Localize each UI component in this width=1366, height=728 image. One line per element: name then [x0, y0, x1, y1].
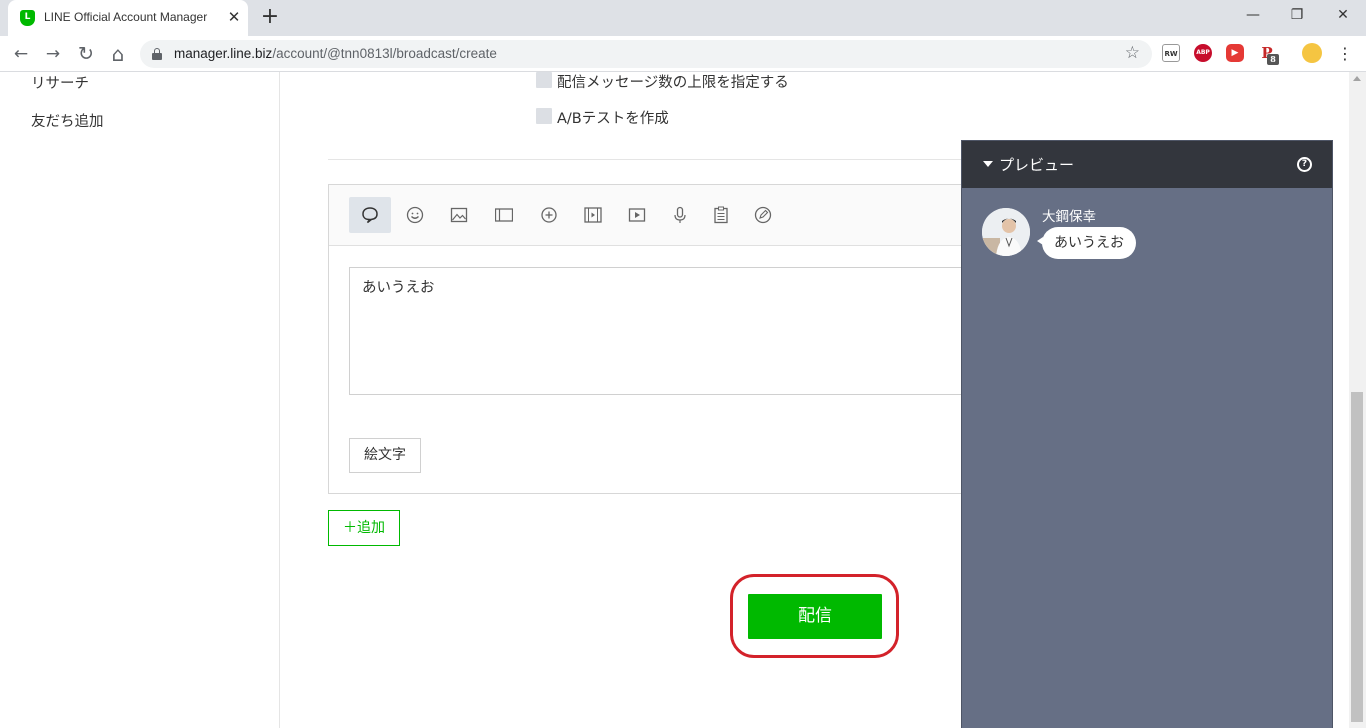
sender-name: 大鋼保幸 [1042, 209, 1096, 225]
sidebar-item-add-friends[interactable]: 友だち追加 [31, 110, 104, 131]
video-icon[interactable] [616, 197, 658, 233]
bookmark-star-icon[interactable]: ☆ [1125, 43, 1140, 63]
message-type-toolbar [329, 185, 967, 246]
address-bar[interactable]: manager.line.biz/account/@tnn0813l/broad… [140, 40, 1152, 68]
sticker-icon[interactable] [394, 197, 436, 233]
ab-test-checkbox[interactable] [536, 108, 552, 124]
preview-header[interactable]: プレビュー ? [962, 141, 1332, 188]
limit-checkbox[interactable] [536, 72, 552, 88]
reload-button[interactable]: ↻ [73, 41, 99, 67]
image-icon[interactable] [438, 197, 480, 233]
adblock-plus-icon[interactable]: ABP [1194, 44, 1212, 62]
new-tab-button[interactable]: + [258, 5, 282, 29]
home-button[interactable]: ⌂ [105, 41, 131, 67]
browser-toolbar: ← → ↻ ⌂ manager.line.biz/account/@tnn081… [0, 36, 1366, 72]
browser-tab-bar: L LINE Official Account Manager ✕ + — ❐ … [0, 0, 1366, 36]
url-path: /account/@tnn0813l/broadcast/create [272, 46, 497, 61]
url-text[interactable]: manager.line.biz/account/@tnn0813l/broad… [174, 46, 497, 61]
browser-tab[interactable]: L LINE Official Account Manager ✕ [8, 0, 248, 36]
preview-title-text: プレビュー [999, 156, 1075, 174]
tab-close-icon[interactable]: ✕ [226, 8, 242, 26]
page-scrollbar[interactable] [1349, 72, 1366, 728]
preview-title[interactable]: プレビュー [983, 154, 1074, 175]
restore-button[interactable]: ❐ [1282, 4, 1312, 26]
preview-panel: プレビュー ? 大鋼保幸 あいうえお [961, 140, 1333, 728]
tab-title: LINE Official Account Manager [44, 10, 208, 24]
add-message-button[interactable]: ＋追加 [328, 510, 400, 546]
ab-test-label: A/Bテストを作成 [557, 111, 669, 127]
emoji-button[interactable]: 絵文字 [349, 438, 421, 473]
minimize-button[interactable]: — [1238, 4, 1268, 26]
line-favicon-icon: L [20, 10, 35, 26]
coupon-icon[interactable] [483, 197, 525, 233]
help-icon[interactable]: ? [1297, 157, 1312, 172]
rw-extension-icon[interactable]: RW [1162, 44, 1180, 62]
page: リサーチ 友だち追加 配信メッセージ数の上限を指定する A/Bテストを作成 あい… [0, 72, 1366, 728]
url-host: manager.line.biz [174, 46, 273, 61]
scroll-thumb[interactable] [1351, 392, 1363, 722]
preview-message-bubble: あいうえお [1037, 227, 1136, 259]
send-button[interactable]: 配信 [748, 594, 882, 639]
p-extension-icon[interactable]: P 8 [1258, 44, 1279, 65]
richmessage-icon[interactable] [528, 197, 570, 233]
chrome-menu-icon[interactable]: ⋮ [1332, 41, 1358, 67]
richvideo-icon[interactable] [572, 197, 614, 233]
avatar [982, 208, 1030, 256]
survey-icon[interactable] [700, 197, 742, 233]
profile-avatar-icon[interactable] [1302, 43, 1322, 63]
text-bubble-icon[interactable] [349, 197, 391, 233]
video-extension-icon[interactable]: ▶ [1226, 44, 1244, 62]
back-button[interactable]: ← [8, 41, 34, 67]
limit-label: 配信メッセージ数の上限を指定する [557, 75, 789, 91]
extension-badge: 8 [1267, 54, 1279, 65]
divider [328, 159, 962, 160]
scroll-up-arrow-icon[interactable] [1353, 76, 1361, 81]
forward-button[interactable]: → [40, 41, 66, 67]
message-textarea[interactable]: あいうえお [349, 267, 969, 395]
collapse-triangle-icon [983, 160, 993, 167]
message-editor: あいうえお 絵文字 [328, 184, 969, 494]
card-icon[interactable] [742, 197, 784, 233]
window-close-button[interactable]: ✕ [1328, 4, 1358, 26]
sidebar-item-research[interactable]: リサーチ [31, 72, 89, 93]
voice-icon[interactable] [659, 197, 701, 233]
lock-icon[interactable] [152, 48, 162, 60]
sidebar: リサーチ 友だち追加 [0, 72, 280, 728]
